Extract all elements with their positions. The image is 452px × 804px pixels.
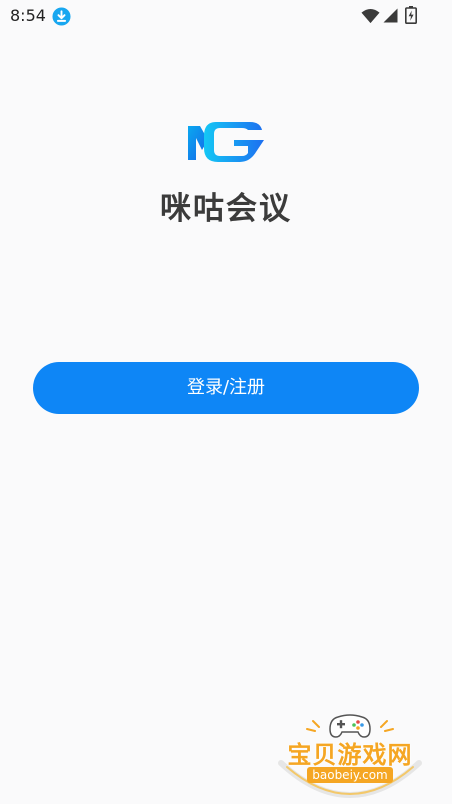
download-icon xyxy=(52,7,71,26)
status-bar: 8:54 xyxy=(0,0,452,32)
watermark-title: 宝贝游戏网 xyxy=(287,741,413,769)
status-time: 8:54 xyxy=(10,6,46,25)
wifi-icon xyxy=(361,9,380,24)
watermark: 宝贝游戏网 baobeiy.com xyxy=(275,705,425,801)
signal-icon xyxy=(383,8,398,23)
battery-icon xyxy=(405,6,417,24)
app-name: 咪咕会议 xyxy=(160,191,292,227)
login-register-button[interactable]: 登录/注册 xyxy=(33,362,419,414)
watermark-url: baobeiy.com xyxy=(307,767,393,783)
mg-logo-icon xyxy=(188,122,264,162)
